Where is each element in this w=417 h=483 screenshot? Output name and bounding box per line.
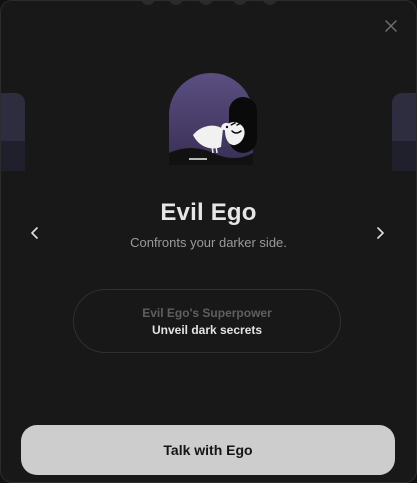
close-button[interactable] bbox=[380, 15, 402, 37]
partial-header-shape bbox=[141, 1, 281, 5]
chevron-right-icon bbox=[377, 227, 384, 239]
persona-title: Evil Ego bbox=[160, 199, 257, 226]
evil-ego-illustration bbox=[169, 73, 257, 165]
previous-persona-peek[interactable] bbox=[1, 93, 25, 171]
superpower-card: Evil Ego's Superpower Unveil dark secret… bbox=[73, 289, 341, 353]
superpower-value: Unveil dark secrets bbox=[151, 323, 263, 337]
close-icon bbox=[385, 20, 397, 32]
persona-modal: Evil Ego Confronts your darker side. Evi… bbox=[0, 0, 417, 483]
next-persona-peek[interactable] bbox=[392, 93, 416, 171]
next-persona-button[interactable] bbox=[368, 221, 392, 245]
chevron-left-icon bbox=[31, 227, 38, 239]
previous-persona-button[interactable] bbox=[23, 221, 47, 245]
talk-with-ego-button[interactable]: Talk with Ego bbox=[21, 425, 395, 475]
superpower-label: Evil Ego's Superpower bbox=[142, 306, 272, 320]
persona-description: Confronts your darker side. bbox=[130, 235, 287, 250]
